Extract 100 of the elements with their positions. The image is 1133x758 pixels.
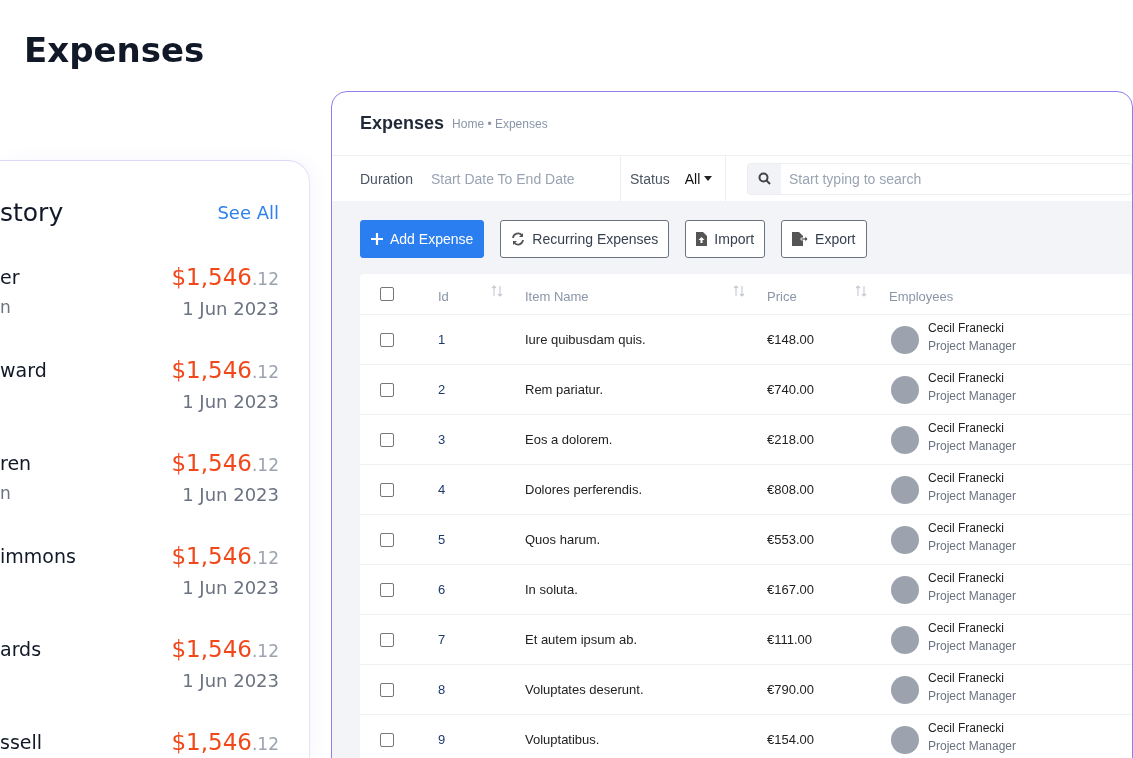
row-checkbox[interactable] [380,682,394,697]
amount-cents: .12 [251,455,279,475]
person-name: ren [0,451,32,476]
price-cell: €111.00 [767,632,813,647]
id-cell: 9 [438,732,446,747]
id-cell: 4 [438,482,446,497]
item-name-cell: Rem pariatur. [525,382,604,397]
date: 1 Jun 2023 [182,391,279,412]
employee-role: Project Manager [928,688,1017,703]
status-dropdown[interactable]: All [684,170,713,187]
row-checkbox[interactable] [380,482,394,497]
column-header[interactable]: Item Name [525,288,589,304]
employee-name: Cecil Franecki [928,520,1006,535]
id-cell: 2 [438,382,446,397]
search-field[interactable]: Start typing to search [747,162,1132,195]
price-cell: €808.00 [767,482,814,497]
column-header[interactable]: Id [438,288,449,304]
date: 1 Jun 2023 [182,484,279,505]
search-icon [758,172,771,185]
employee-name: Cecil Franecki [928,420,1006,435]
avatar-placeholder [891,525,919,554]
card-title: story [0,197,64,227]
avatar-placeholder [891,375,919,404]
amount: $1,546 [171,543,252,569]
person-name: ards [0,637,42,662]
row-checkbox[interactable] [380,632,394,647]
person-subtitle: n [0,297,12,317]
employee-name: Cecil Franecki [928,370,1006,385]
avatar-placeholder [891,475,919,504]
amount: $1,546 [171,450,252,476]
employee-role: Project Manager [928,638,1017,653]
id-cell: 7 [438,632,446,647]
status-label: Status [630,170,670,187]
employee-role: Project Manager [928,438,1017,453]
person-name: ssell [0,730,43,755]
file-export-icon [792,232,809,246]
export-button[interactable]: Export [781,220,867,258]
avatar-placeholder [891,725,919,754]
price-cell: €218.00 [767,432,814,447]
row-checkbox[interactable] [380,732,394,747]
price-cell: €553.00 [767,532,814,547]
person-name: er [0,265,20,290]
row-checkbox[interactable] [380,532,394,547]
price-cell: €740.00 [767,382,814,397]
date: 1 Jun 2023 [182,298,279,319]
column-header[interactable]: Price [767,288,797,304]
id-cell: 1 [438,332,446,347]
avatar-placeholder [891,425,919,454]
employee-name: Cecil Franecki [928,570,1006,585]
item-name-cell: Voluptates deserunt. [525,682,644,697]
person-subtitle: n [0,483,12,503]
price-cell: €154.00 [767,732,814,747]
row-checkbox[interactable] [380,332,394,347]
row-checkbox[interactable] [380,582,394,597]
date: 1 Jun 2023 [182,670,279,691]
item-name-cell: Iure quibusdam quis. [525,332,646,347]
select-all-checkbox[interactable] [380,287,394,301]
avatar-placeholder [891,575,919,604]
import-button[interactable]: Import [685,220,766,258]
employee-name: Cecil Franecki [928,470,1006,485]
id-cell: 6 [438,582,446,597]
id-cell: 5 [438,532,446,547]
amount: $1,546 [171,729,252,755]
item-name-cell: Eos a dolorem. [525,432,613,447]
employee-role: Project Manager [928,488,1017,503]
see-all-link[interactable]: See All [217,201,279,223]
amount-cents: .12 [251,269,279,289]
employee-role: Project Manager [928,338,1017,353]
amount-cents: .12 [251,734,279,754]
employee-name: Cecil Franecki [928,320,1006,335]
item-name-cell: Et autem ipsum ab. [525,632,637,647]
date: 1 Jun 2023 [182,577,279,598]
amount: $1,546 [171,264,252,290]
id-cell: 8 [438,682,446,697]
price-cell: €148.00 [767,332,814,347]
employee-role: Project Manager [928,388,1017,403]
amount: $1,546 [171,636,252,662]
row-checkbox[interactable] [380,432,394,447]
avatar-placeholder [891,325,919,354]
breadcrumb: Home • Expenses [452,116,548,131]
price-cell: €790.00 [767,682,814,697]
page-title: Expenses [23,29,205,72]
item-name-cell: Voluptatibus. [525,732,600,747]
caret-icon [704,176,713,181]
recurring-button[interactable]: Recurring Expenses [500,220,670,258]
employee-name: Cecil Franecki [928,720,1006,735]
id-cell: 3 [438,432,446,447]
add-button[interactable]: Add Expense [360,220,485,258]
panel-title: Expenses [360,113,445,134]
file-upload-icon [696,232,708,246]
employee-name: Cecil Franecki [928,620,1006,635]
employee-role: Project Manager [928,738,1017,753]
avatar-placeholder [891,625,919,654]
column-header[interactable]: Employees [889,288,954,304]
person-name: ward [0,358,47,383]
item-name-cell: In soluta. [525,582,578,597]
row-checkbox[interactable] [380,382,394,397]
price-cell: €167.00 [767,582,814,597]
plus-icon [371,233,383,245]
refresh-icon [511,232,526,246]
